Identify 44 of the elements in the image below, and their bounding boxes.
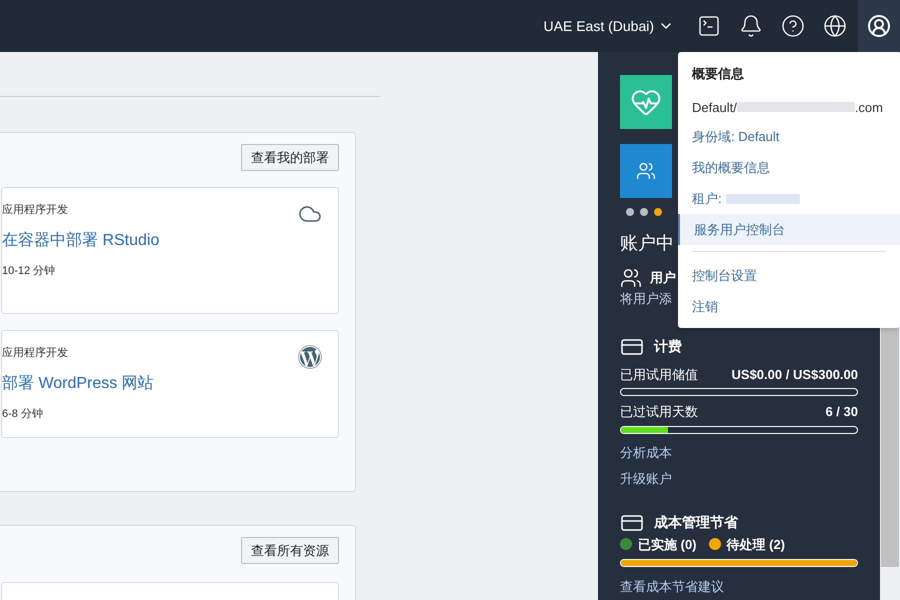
wordpress-icon bbox=[298, 345, 322, 369]
billing-link[interactable]: 升级账户 bbox=[620, 469, 858, 488]
profile-button[interactable] bbox=[858, 0, 900, 52]
users-tile[interactable] bbox=[620, 144, 672, 198]
billing-title: 计费 bbox=[654, 337, 682, 356]
card-category: 应用程序开发 bbox=[2, 346, 69, 361]
menu-item[interactable]: 服务用户控制台 bbox=[678, 214, 900, 245]
card-duration: 10-12 分钟 bbox=[2, 264, 56, 278]
menu-item[interactable]: 租户: bbox=[678, 183, 900, 214]
menu-item[interactable]: 身份域: Default bbox=[678, 121, 900, 152]
billing-link[interactable]: 分析成本 bbox=[620, 442, 858, 462]
tutorial-card[interactable]: 应用程序开发 在容器中部署 RStudio 10-12 分钟 bbox=[1, 187, 339, 314]
view-deployments-button[interactable]: 查看我的部署 bbox=[241, 144, 339, 171]
users-title: 用户 bbox=[650, 269, 676, 288]
savings-title: 成本管理节省 bbox=[654, 513, 738, 532]
menu-item[interactable]: 控制台设置 bbox=[692, 260, 886, 291]
users-description: 将用户添 bbox=[620, 290, 672, 308]
menu-item[interactable]: 我的概要信息 bbox=[678, 152, 900, 183]
tutorial-card[interactable]: 应用程序开发 部署 WordPress 网站 6-8 分钟 bbox=[1, 330, 339, 438]
users-icon bbox=[636, 161, 656, 181]
card-title[interactable]: 部署 WordPress 网站 bbox=[2, 372, 298, 396]
user-avatar-icon bbox=[867, 14, 891, 38]
status-label: 已实施 (0) bbox=[638, 536, 696, 554]
view-resources-button[interactable]: 查看所有资源 bbox=[241, 537, 339, 564]
meter-reading: US$0.00 / US$300.00 bbox=[732, 366, 858, 384]
users-icon bbox=[620, 267, 642, 289]
menu-title: 概要信息 bbox=[690, 65, 745, 83]
savings-link[interactable]: 查看成本节省建议 bbox=[620, 577, 858, 596]
account-suffix: .com bbox=[854, 98, 883, 116]
region-selector[interactable]: UAE East (Dubai) bbox=[544, 16, 674, 36]
card-duration: 6-8 分钟 bbox=[2, 406, 44, 422]
meter-label: 已用试用储值 bbox=[620, 366, 698, 384]
health-tile[interactable] bbox=[620, 75, 672, 129]
terminal-icon bbox=[697, 14, 721, 38]
account-prefix: Default/ bbox=[692, 98, 737, 116]
help-icon bbox=[781, 14, 805, 38]
bell-icon bbox=[739, 14, 763, 38]
meter-reading: 6 / 30 bbox=[825, 403, 858, 421]
status-label: 待处理 (2) bbox=[726, 536, 785, 554]
card-category: 应用程序开发 bbox=[2, 202, 69, 218]
card-title[interactable]: 在容器中部署 RStudio bbox=[2, 228, 298, 252]
globe-icon bbox=[823, 14, 847, 38]
meter-label: 已过试用天数 bbox=[620, 403, 698, 421]
menu-item[interactable]: 注销 bbox=[692, 291, 886, 322]
